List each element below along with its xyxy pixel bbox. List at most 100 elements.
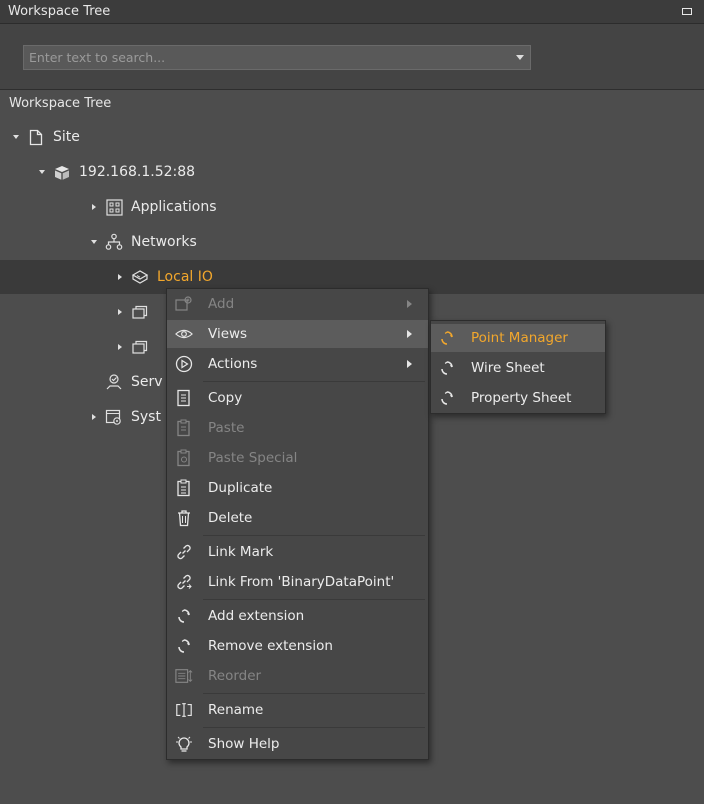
tree-node-host[interactable]: 192.168.1.52:88 (35, 155, 195, 189)
tree-node-networks[interactable]: Networks (87, 225, 197, 259)
tree-node-services[interactable]: Serv (87, 365, 163, 399)
expand-toggle[interactable] (9, 135, 23, 139)
submenu-item-label: Wire Sheet (471, 360, 545, 376)
menu-item-label: Add (208, 296, 235, 312)
submenu-item-wire-sheet[interactable]: Wire Sheet (431, 354, 605, 382)
search-combo[interactable] (23, 45, 531, 70)
menu-item-label: Copy (208, 390, 243, 406)
tree-node-site[interactable]: Site (9, 120, 80, 154)
submenu-item-property-sheet[interactable]: Property Sheet (431, 384, 605, 412)
menu-item-label: Paste (208, 420, 245, 436)
play-circle-icon (175, 355, 193, 373)
menu-item-label: Delete (208, 510, 253, 526)
expand-toggle[interactable] (35, 170, 49, 174)
expand-toggle[interactable] (87, 414, 101, 420)
view-icon (439, 360, 455, 376)
menu-item-duplicate[interactable]: Duplicate (167, 474, 428, 502)
menu-item-add-extension[interactable]: Add extension (167, 602, 428, 630)
paste-icon (175, 419, 193, 437)
submenu-item-label: Property Sheet (471, 390, 572, 406)
tree-node-label: Syst (131, 409, 161, 425)
menu-item-show-help[interactable]: Show Help (167, 730, 428, 758)
copy-icon (175, 389, 193, 407)
menu-item-label: Link Mark (208, 544, 274, 560)
tree-node-label: 192.168.1.52:88 (79, 164, 196, 180)
caret-right-icon (92, 414, 96, 420)
menu-item-reorder[interactable]: Reorder (167, 662, 428, 690)
tree-node-label: Site (53, 129, 80, 145)
menu-item-link-mark[interactable]: Link Mark (167, 538, 428, 566)
lightbulb-icon (175, 735, 193, 753)
menu-item-label: Reorder (208, 668, 262, 684)
tree-node-network-2[interactable] (113, 295, 149, 329)
menu-item-add[interactable]: Add (167, 290, 428, 318)
menu-item-label: Remove extension (208, 638, 333, 654)
submenu-item-point-manager[interactable]: Point Manager (431, 324, 605, 352)
caret-down-icon (39, 170, 45, 174)
menu-item-label: Add extension (208, 608, 305, 624)
expand-toggle[interactable] (113, 344, 127, 350)
context-menu: Add Views Actions Copy Paste Paste Speci… (166, 288, 429, 760)
document-icon (27, 128, 45, 146)
menu-item-label: Paste Special (208, 450, 298, 466)
panel-title: Workspace Tree (8, 4, 111, 19)
expand-toggle[interactable] (87, 204, 101, 210)
menu-item-remove-extension[interactable]: Remove extension (167, 632, 428, 660)
menu-item-paste[interactable]: Paste (167, 414, 428, 442)
expand-toggle[interactable] (87, 240, 101, 244)
tree-node-network-3[interactable] (113, 330, 149, 364)
tree-node-applications[interactable]: Applications (87, 190, 217, 224)
submenu-arrow-icon (407, 330, 412, 338)
maximize-icon[interactable] (682, 8, 692, 15)
folder-stack-icon (131, 338, 149, 356)
tree-node-system[interactable]: Syst (87, 400, 161, 434)
add-icon (175, 295, 193, 313)
submenu-arrow-icon (407, 360, 412, 368)
device-icon (131, 268, 149, 286)
link-from-icon (175, 573, 193, 591)
menu-item-label: Views (208, 326, 248, 342)
menu-separator (203, 599, 425, 600)
caret-right-icon (118, 344, 122, 350)
expand-toggle[interactable] (113, 274, 127, 280)
menu-item-delete[interactable]: Delete (167, 504, 428, 532)
tree-header: Workspace Tree (9, 96, 112, 111)
link-icon (175, 543, 193, 561)
network-icon (105, 233, 123, 251)
menu-item-label: Link From 'BinaryDataPoint' (208, 574, 395, 590)
menu-item-actions[interactable]: Actions (167, 350, 428, 378)
reorder-icon (175, 667, 193, 685)
menu-separator (203, 727, 425, 728)
menu-item-copy[interactable]: Copy (167, 384, 428, 412)
menu-item-rename[interactable]: Rename (167, 696, 428, 724)
rename-icon (175, 701, 193, 719)
view-icon (439, 330, 455, 346)
views-submenu: Point Manager Wire Sheet Property Sheet (430, 320, 606, 414)
chevron-down-icon[interactable] (516, 55, 524, 60)
menu-separator (203, 693, 425, 694)
panel-titlebar: Workspace Tree (0, 0, 704, 24)
tree-node-label: Serv (131, 374, 163, 390)
applications-icon (105, 198, 123, 216)
caret-right-icon (118, 309, 122, 315)
tree-node-label: Networks (131, 234, 197, 250)
eye-icon (175, 325, 193, 343)
services-icon (105, 373, 123, 391)
folder-stack-icon (131, 303, 149, 321)
system-settings-icon (105, 408, 123, 426)
caret-down-icon (91, 240, 97, 244)
menu-item-paste-special[interactable]: Paste Special (167, 444, 428, 472)
caret-right-icon (92, 204, 96, 210)
caret-right-icon (118, 274, 122, 280)
view-icon (439, 390, 455, 406)
menu-item-label: Rename (208, 702, 264, 718)
menu-separator (203, 381, 425, 382)
paste-special-icon (175, 449, 193, 467)
menu-item-views[interactable]: Views (167, 320, 428, 348)
submenu-item-label: Point Manager (471, 330, 568, 346)
server-icon (53, 163, 71, 181)
menu-item-link-from[interactable]: Link From 'BinaryDataPoint' (167, 568, 428, 596)
menu-item-label: Show Help (208, 736, 280, 752)
expand-toggle[interactable] (113, 309, 127, 315)
search-input[interactable] (24, 46, 504, 69)
